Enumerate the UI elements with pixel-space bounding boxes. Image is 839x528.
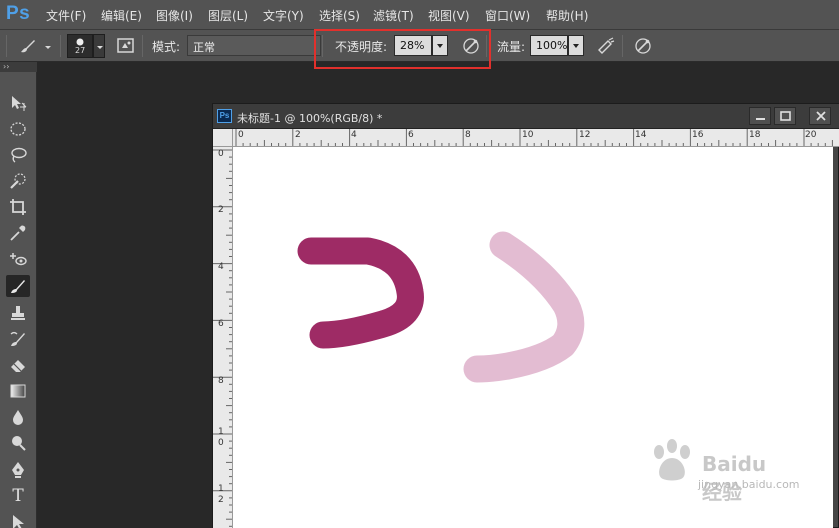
menu-view[interactable]: 视图(V) [428,7,470,24]
document-title-bar[interactable]: Ps 未标题-1 @ 100%(RGB/8) * [213,104,839,129]
type-tool-icon[interactable]: T [6,485,30,507]
mode-label: 模式: [152,40,181,54]
divider [622,35,623,57]
quick-select-tool-icon[interactable] [6,170,30,192]
eraser-tool-icon[interactable] [6,354,30,376]
ruler-horizontal[interactable]: 0 2 4 6 8 10 12 14 16 18 20 [233,129,839,147]
flow-dropdown[interactable] [568,35,584,56]
gradient-tool-icon[interactable] [6,380,30,402]
ruler-label: 6 [218,319,224,329]
menu-bar: Ps 文件(F) 编辑(E) 图像(I) 图层(L) 文字(Y) 选择(S) 滤… [0,0,839,30]
divider [60,35,61,57]
move-tool-icon[interactable] [6,92,30,114]
watermark-url: jingyan.baidu.com [698,478,800,491]
opacity-highlight-box [314,29,491,69]
ruler-label: 0 [218,149,224,159]
divider [142,35,143,57]
ruler-label: 8 [218,376,224,386]
flow-input[interactable]: 100% [530,35,568,56]
marquee-tool-icon[interactable] [6,118,30,140]
menu-help[interactable]: 帮助(H) [546,7,588,24]
brush-tool-icon[interactable] [6,275,30,297]
brush-size-value: 27 [75,46,86,55]
flow-label: 流量: [497,40,526,54]
pen-tool-icon[interactable] [6,459,30,481]
path-select-tool-icon[interactable] [6,511,30,528]
crop-tool-icon[interactable] [6,196,30,218]
brush-panel-toggle-icon[interactable] [116,36,136,56]
ruler-label: 6 [408,130,414,140]
tool-preset-dropdown-icon[interactable] [42,36,54,56]
document-title: 未标题-1 @ 100%(RGB/8) * [237,112,383,125]
lasso-tool-icon[interactable] [6,144,30,166]
photoshop-logo: Ps [6,3,31,24]
menu-edit[interactable]: 编辑(E) [101,7,142,24]
pressure-size-icon[interactable] [633,36,653,56]
tool-preset-brush-icon[interactable] [18,36,38,56]
ruler-label: 18 [749,130,761,140]
maximize-button[interactable] [774,107,796,125]
airbrush-icon[interactable] [596,36,616,56]
minimize-button[interactable] [749,107,771,125]
light-brush-stroke [463,231,585,383]
close-button[interactable] [809,107,831,125]
toolbox: ›› T [0,62,37,528]
ruler-label: 10 [218,427,224,448]
ruler-label: 12 [218,484,224,505]
dark-brush-stroke [297,237,424,349]
menu-type[interactable]: 文字(Y) [263,7,304,24]
menu-filter[interactable]: 滤镜(T) [373,7,414,24]
menu-select[interactable]: 选择(S) [319,7,360,24]
ruler-label: 4 [351,130,357,140]
toolbox-grip[interactable]: ›› [0,62,37,72]
eyedropper-tool-icon[interactable] [6,222,30,244]
ruler-label: 20 [805,130,817,140]
document-ps-icon: Ps [217,109,232,123]
ruler-corner[interactable] [213,129,233,147]
menu-window[interactable]: 窗口(W) [485,7,530,24]
ruler-label: 12 [579,130,591,140]
brush-preset-picker[interactable]: 27 [67,34,93,58]
history-brush-tool-icon[interactable] [6,328,30,350]
ruler-label: 4 [218,262,224,272]
ruler-label: 0 [238,130,244,140]
clone-stamp-tool-icon[interactable] [6,302,30,324]
ruler-label: 8 [465,130,471,140]
dodge-tool-icon[interactable] [6,432,30,454]
ruler-label: 2 [218,205,224,215]
blur-tool-icon[interactable] [6,406,30,428]
ruler-label: 10 [522,130,534,140]
divider [6,35,7,57]
ruler-label: 16 [692,130,704,140]
ruler-vertical[interactable]: 0 2 4 6 8 10 12 [213,147,233,528]
ruler-label: 2 [295,130,301,140]
spot-healing-tool-icon[interactable] [6,248,30,270]
paw-logo-icon [654,439,690,481]
menu-layer[interactable]: 图层(L) [208,7,248,24]
menu-file[interactable]: 文件(F) [46,7,86,24]
blend-mode-select[interactable]: 正常 [187,35,321,56]
menu-image[interactable]: 图像(I) [156,7,193,24]
brush-preset-dropdown[interactable] [93,34,105,58]
ruler-label: 14 [635,130,647,140]
